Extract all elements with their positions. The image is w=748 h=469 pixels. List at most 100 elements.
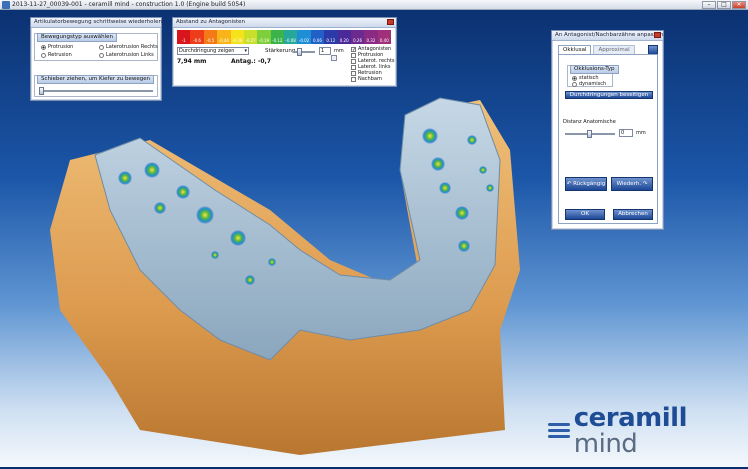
scale-swatch [270, 30, 284, 37]
radio-laterotrusion-rechts[interactable]: Laterotrusion Rechts [99, 44, 158, 50]
checkbox-box [351, 58, 356, 64]
scale-label: -0.5 [203, 37, 218, 44]
display-dropdown[interactable]: Durchdringung zeigen ▾ [177, 47, 249, 55]
distance-color-scale: -1 -0.6 -0.5 -0.44 -0.36 -0.27 -0.19 -0.12 -0.08… [177, 30, 391, 44]
cancel-button[interactable]: Abbrechen [613, 209, 653, 220]
articulator-panel: Artikulatorbewegung schrittweise wiederh… [30, 17, 162, 101]
checkbox-label: Nachbarn [358, 76, 383, 82]
scale-swatch [203, 30, 218, 37]
radio-dynamisch[interactable]: dynamisch [572, 81, 606, 87]
scale-swatch [350, 30, 365, 37]
scale-cell: -0.08 [284, 30, 298, 44]
strength-unit: mm [334, 48, 344, 54]
remove-penetrations-button[interactable]: Durchdringungen beseitigen [565, 91, 653, 99]
strength-input[interactable]: 1 [319, 47, 331, 55]
window-controls: – □ ✕ [702, 1, 746, 9]
radio-label: Retrusion [48, 52, 72, 58]
scale-swatch [297, 30, 311, 37]
distance-title-text: Abstand zu Antagonisten [176, 19, 246, 25]
checkbox-box [351, 52, 356, 58]
checkbox-nachbarn[interactable]: Nachbarn [351, 76, 395, 82]
distance-panel-close[interactable] [387, 19, 394, 25]
redo-label: Wiederh. [616, 181, 642, 187]
distance-panel-title: Abstand zu Antagonisten [173, 18, 396, 28]
scale-swatch [364, 30, 378, 37]
scale-label: -1 [177, 37, 191, 44]
scale-label: 0.06 [310, 37, 325, 44]
ok-button[interactable]: OK [565, 209, 605, 220]
scale-cell: -1 [177, 30, 191, 44]
window-title: 2013-11-27_00039-001 - ceramill mind - c… [12, 1, 246, 8]
scale-cell: -0.02 [297, 30, 311, 44]
radio-label: dynamisch [579, 81, 607, 87]
scale-swatch [230, 30, 244, 37]
maximize-button[interactable]: □ [717, 1, 731, 9]
scale-label: -0.02 [297, 37, 311, 44]
radio-protrusion[interactable]: Protrusion [41, 44, 73, 50]
scale-label: -0.12 [270, 37, 284, 44]
scale-cell: -0.27 [243, 30, 258, 44]
strength-label: Stärkerung [265, 48, 296, 54]
scale-swatch [377, 30, 391, 37]
adjust-panel: An Antagonist/Nachbarzähne anpassen Okkl… [551, 30, 664, 230]
scale-label: -0.6 [190, 37, 204, 44]
checkbox-box [351, 76, 356, 82]
jaw-slider-group: Schieber ziehen, um Kiefer zu bewegen [34, 75, 158, 97]
redo-button[interactable]: Wiederh. ↷ [611, 177, 653, 191]
jaw-slider-track[interactable] [39, 90, 153, 92]
checkbox-box: ✓ [351, 46, 357, 53]
radio-dot [99, 52, 104, 58]
scale-cell: -0.19 [257, 30, 271, 44]
scale-swatch [190, 30, 204, 37]
app-icon [2, 1, 10, 9]
minimize-button[interactable]: – [702, 1, 716, 9]
adjust-panel-close[interactable] [654, 32, 661, 38]
adjust-title-text: An Antagonist/Nachbarzähne anpassen [555, 32, 664, 38]
scale-swatch [217, 30, 231, 37]
scale-swatch [177, 30, 191, 37]
distance-input[interactable]: 0 [619, 129, 633, 137]
visibility-checklist: ✓ Antagonisten Protrusion Laterot. rechts La… [351, 46, 395, 82]
scale-label: -0.36 [230, 37, 244, 44]
radio-label: Protrusion [48, 44, 74, 50]
scale-cell: 0.12 [324, 30, 338, 44]
scale-cell: -0.12 [270, 30, 284, 44]
radio-laterotrusion-links[interactable]: Laterotrusion Links [99, 52, 154, 58]
scale-swatch [257, 30, 271, 37]
scale-label: -0.27 [243, 37, 258, 44]
logo-mark-icon [548, 421, 570, 441]
scale-cell: 0.20 [337, 30, 351, 44]
chevron-down-icon: ▾ [244, 48, 247, 54]
radio-retrusion[interactable]: Retrusion [41, 52, 72, 58]
scale-label: -0.19 [257, 37, 271, 44]
checkbox-box [351, 64, 356, 70]
scale-label: 0.32 [364, 37, 378, 44]
scale-cell: 0.32 [364, 30, 378, 44]
occlusion-type-group: Okklusions-Typ statisch dynamisch [567, 65, 619, 87]
scale-cell: -0.36 [230, 30, 244, 44]
movement-type-title: Bewegungstyp auswählen [37, 33, 117, 42]
close-button[interactable]: ✕ [732, 1, 746, 9]
strength-spin-down[interactable] [331, 55, 337, 61]
jaw-slider-thumb[interactable] [39, 87, 44, 95]
radio-dot [99, 44, 104, 50]
movement-type-group: Bewegungstyp auswählen Protrusion Latero… [34, 33, 158, 61]
scale-cell: 0.26 [350, 30, 365, 44]
scale-swatch [324, 30, 338, 37]
ceramill-mind-logo: ceramill mind [548, 405, 748, 457]
scale-cell: -0.44 [217, 30, 231, 44]
undo-label: Rückgängig [573, 181, 606, 187]
adjust-tab-content: Okklusions-Typ statisch dynamisch Durchd… [558, 54, 658, 224]
scale-cell: -0.6 [190, 30, 204, 44]
undo-button[interactable]: ↶ Rückgängig [565, 177, 607, 191]
distance-slider-thumb[interactable] [587, 130, 592, 138]
scale-label: -0.08 [284, 37, 298, 44]
radio-dot [41, 52, 46, 58]
antagonist-value: Antag.: -0,7 [231, 58, 272, 65]
distance-label: Distanz Anatomische [563, 119, 616, 125]
strength-slider-thumb[interactable] [297, 48, 302, 56]
tab-label: Okklusal [563, 47, 587, 53]
occlusion-type-title: Okklusions-Typ [570, 65, 619, 74]
scale-label: 0.20 [337, 37, 351, 44]
radio-dot [572, 75, 577, 81]
